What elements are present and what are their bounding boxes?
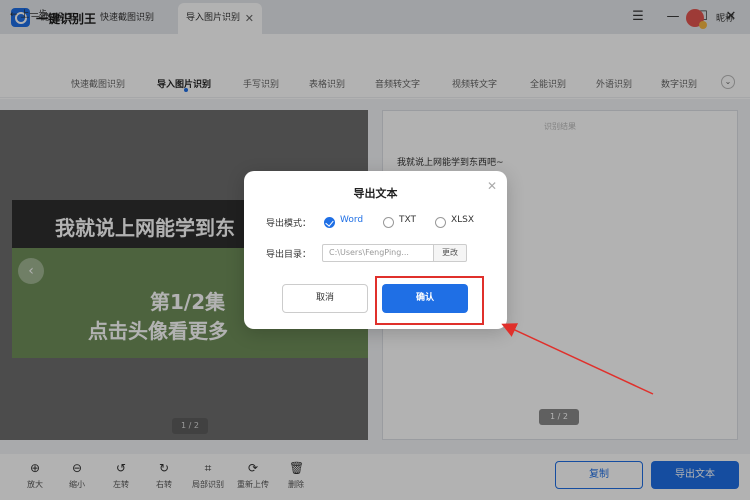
annotation-arrow <box>501 323 654 395</box>
